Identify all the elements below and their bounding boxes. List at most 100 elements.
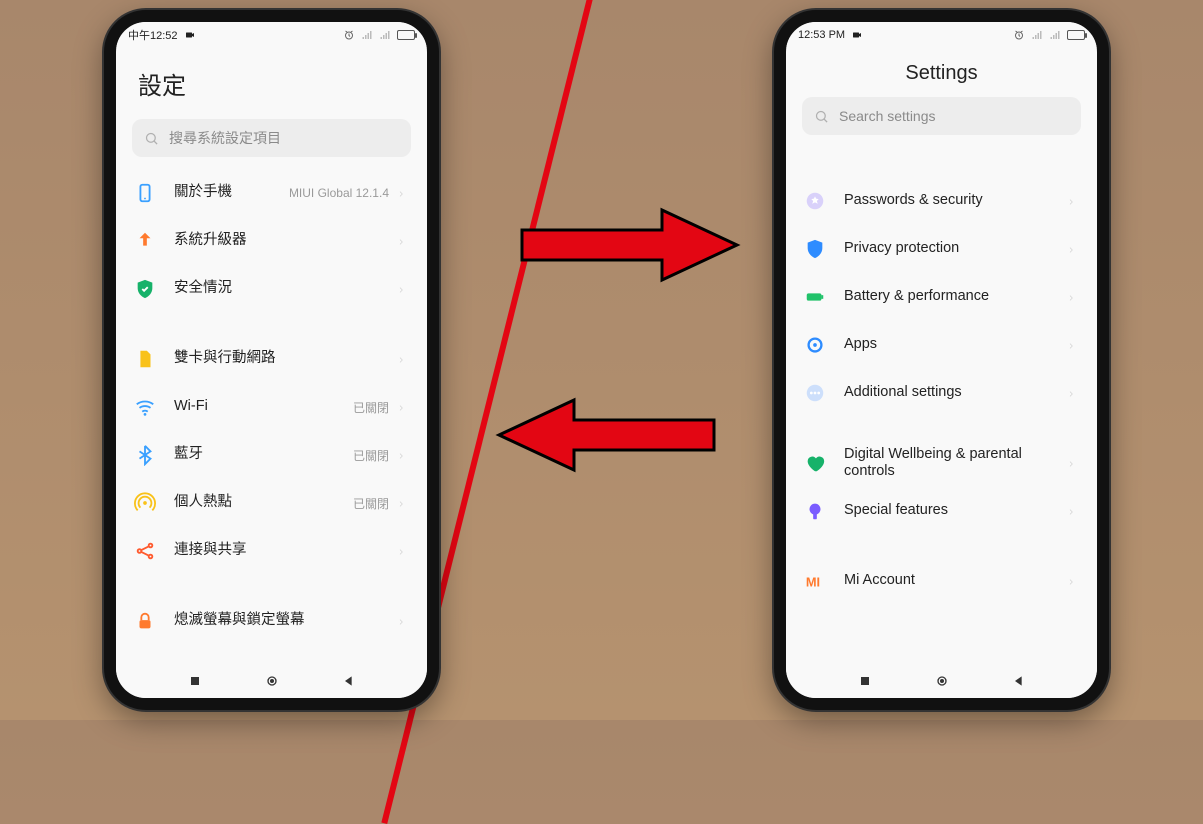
arrow-right-icon — [512, 200, 742, 290]
chevron-right-icon — [397, 497, 405, 509]
settings-row-password[interactable]: Passwords & security — [792, 177, 1091, 225]
settings-row-apps[interactable]: Apps — [792, 321, 1091, 369]
update-icon — [134, 230, 156, 252]
settings-row-sim[interactable]: 雙卡與行動網路 — [122, 335, 421, 383]
row-label: Battery & performance — [844, 288, 1067, 305]
nav-home-icon[interactable] — [934, 673, 950, 689]
settings-row-special[interactable]: Special features — [792, 487, 1091, 535]
mi-icon: MI — [804, 570, 826, 592]
settings-row-wifi[interactable]: Wi-Fi已關閉 — [122, 383, 421, 431]
chevron-right-icon — [1067, 575, 1075, 587]
bluetooth-icon — [134, 444, 156, 466]
row-label: 安全情況 — [174, 280, 397, 297]
row-label: Privacy protection — [844, 240, 1067, 257]
nav-home-icon[interactable] — [264, 673, 280, 689]
row-label: Apps — [844, 336, 1067, 353]
chevron-right-icon — [397, 401, 405, 413]
nav-back-icon[interactable] — [341, 673, 357, 689]
row-label: Wi-Fi — [174, 398, 353, 415]
chevron-right-icon — [397, 449, 405, 461]
chevron-right-icon — [397, 187, 405, 199]
status-time: 中午12:52 — [128, 27, 178, 43]
settings-row-mi[interactable]: MI Mi Account — [792, 557, 1091, 605]
search-icon — [814, 109, 829, 124]
signal-icon — [361, 29, 373, 41]
nav-bar — [786, 664, 1097, 698]
chevron-right-icon — [1067, 195, 1075, 207]
battery-icon — [1067, 30, 1085, 40]
chevron-right-icon — [397, 615, 405, 627]
more-icon — [804, 382, 826, 404]
search-placeholder: Search settings — [839, 108, 936, 124]
row-label: 雙卡與行動網路 — [174, 350, 397, 367]
apps-icon — [804, 334, 826, 356]
nav-recents-icon[interactable] — [187, 673, 203, 689]
settings-row-share[interactable]: 連接與共享 — [122, 527, 421, 575]
share-icon — [134, 540, 156, 562]
arrow-left-icon — [494, 390, 724, 480]
nav-back-icon[interactable] — [1011, 673, 1027, 689]
special-icon — [804, 500, 826, 522]
wellbeing-icon — [804, 452, 826, 474]
row-label: 系統升級器 — [174, 232, 397, 249]
status-bar: 12:53 PM — [786, 22, 1097, 48]
search-placeholder: 搜尋系統設定項目 — [169, 128, 281, 148]
chevron-right-icon — [397, 235, 405, 247]
settings-list: 關於手機MIUI Global 12.1.4 系統升級器安全情況雙卡與行動網路 Wi… — [116, 169, 427, 645]
settings-row-security[interactable]: 安全情況 — [122, 265, 421, 313]
group-separator — [122, 313, 421, 335]
group-separator — [122, 575, 421, 597]
row-label: Passwords & security — [844, 192, 1067, 209]
chevron-right-icon — [1067, 457, 1075, 469]
settings-row-bluetooth[interactable]: 藍牙已關閉 — [122, 431, 421, 479]
row-value: 已關閉 — [353, 495, 389, 512]
chevron-right-icon — [1067, 339, 1075, 351]
search-input[interactable]: 搜尋系統設定項目 — [132, 119, 411, 157]
row-label: Mi Account — [844, 572, 1067, 589]
phone-frame-left: 中午12:52 設定 搜尋系統設定項目 關於手機MIUI Global 12.1… — [104, 10, 439, 710]
settings-row-update[interactable]: 系統升級器 — [122, 217, 421, 265]
search-icon — [144, 131, 159, 146]
row-label: 連接與共享 — [174, 542, 397, 559]
group-separator — [792, 535, 1091, 557]
page-title: Settings — [786, 48, 1097, 89]
alarm-icon — [1013, 29, 1025, 41]
status-bar: 中午12:52 — [116, 22, 427, 48]
password-icon — [804, 190, 826, 212]
security-icon — [134, 278, 156, 300]
settings-row-about[interactable]: 關於手機MIUI Global 12.1.4 — [122, 169, 421, 217]
nav-recents-icon[interactable] — [857, 673, 873, 689]
chevron-right-icon — [1067, 505, 1075, 517]
row-label: Additional settings — [844, 384, 1067, 401]
row-label: 個人熱點 — [174, 494, 353, 511]
chevron-right-icon — [397, 353, 405, 365]
row-value: 已關閉 — [353, 447, 389, 464]
settings-row-battery[interactable]: Battery & performance — [792, 273, 1091, 321]
signal-icon — [1049, 29, 1061, 41]
search-input[interactable]: Search settings — [802, 97, 1081, 135]
settings-row-hotspot[interactable]: 個人熱點已關閉 — [122, 479, 421, 527]
row-label: Special features — [844, 502, 1067, 519]
settings-row-wellbeing[interactable]: Digital Wellbeing & parental controls — [792, 439, 1091, 487]
row-label: 藍牙 — [174, 446, 353, 463]
chevron-right-icon — [1067, 243, 1075, 255]
camera-icon — [851, 29, 863, 41]
nav-bar — [116, 664, 427, 698]
settings-row-more[interactable]: Additional settings — [792, 369, 1091, 417]
sim-icon — [134, 348, 156, 370]
settings-list: Passwords & security Privacy protection Ba… — [786, 177, 1097, 605]
row-value: MIUI Global 12.1.4 — [289, 186, 389, 200]
hotspot-icon — [134, 492, 156, 514]
settings-row-lock[interactable]: 熄滅螢幕與鎖定螢幕 — [122, 597, 421, 645]
chevron-right-icon — [1067, 291, 1075, 303]
row-value: 已關閉 — [353, 399, 389, 416]
row-label: 熄滅螢幕與鎖定螢幕 — [174, 612, 397, 629]
signal-icon — [1031, 29, 1043, 41]
battery-icon — [804, 286, 826, 308]
row-label: 關於手機 — [174, 184, 289, 201]
phone-frame-right: 12:53 PM Settings Search settings Passwo… — [774, 10, 1109, 710]
chevron-right-icon — [397, 283, 405, 295]
chevron-right-icon — [1067, 387, 1075, 399]
signal-icon — [379, 29, 391, 41]
settings-row-privacy[interactable]: Privacy protection — [792, 225, 1091, 273]
